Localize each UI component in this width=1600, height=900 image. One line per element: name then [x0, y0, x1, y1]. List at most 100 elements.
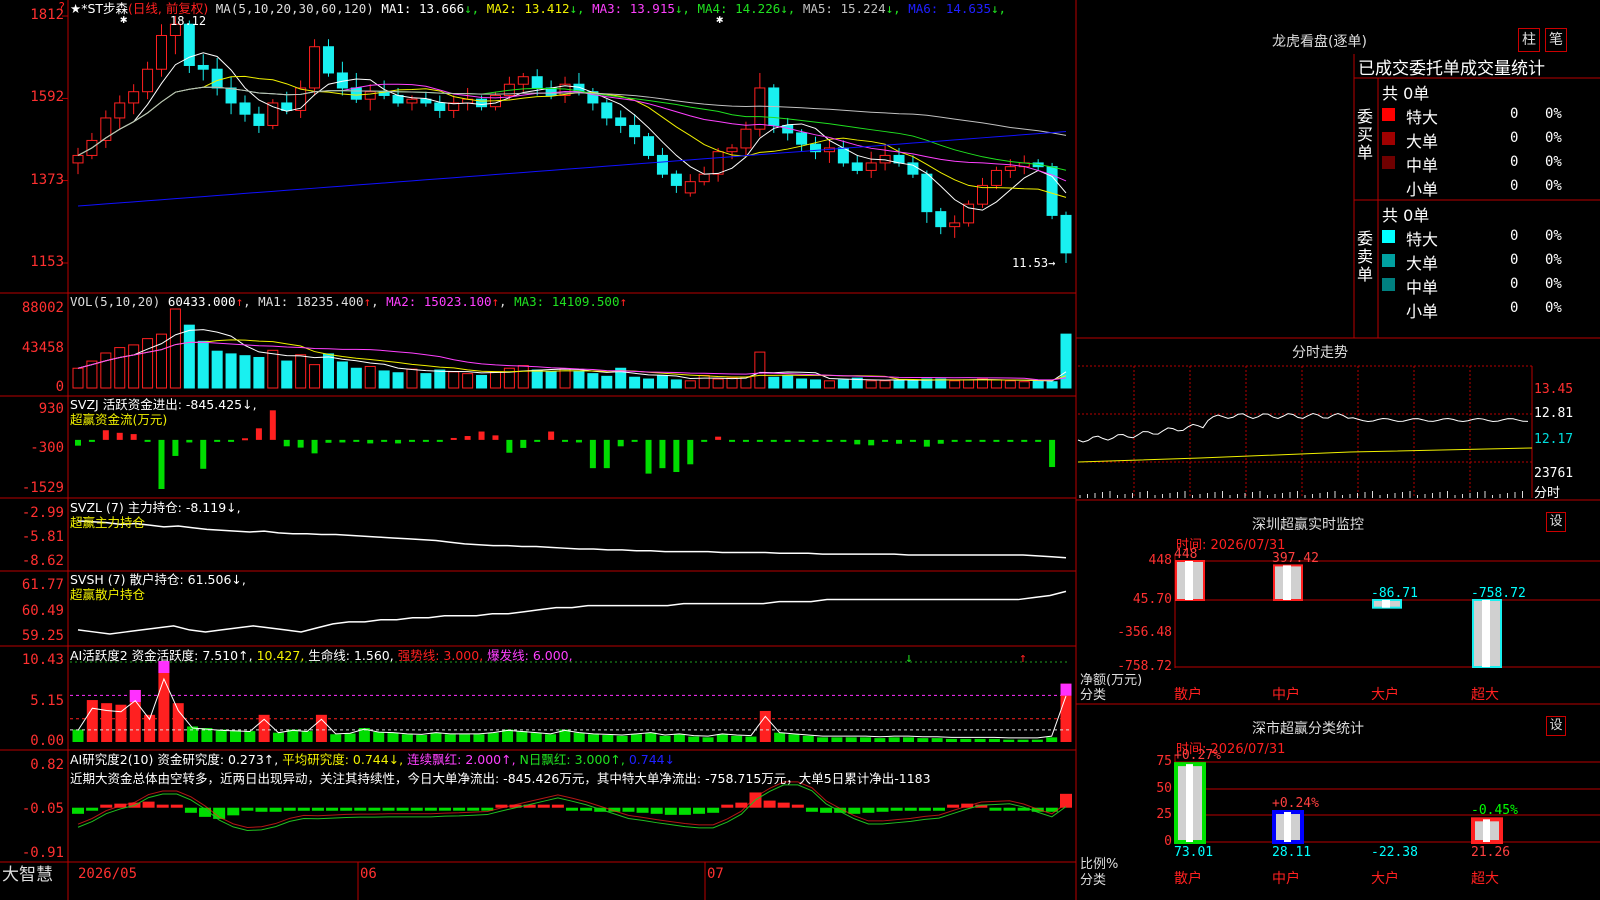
activity-bar	[1031, 739, 1043, 742]
research-bar	[791, 804, 804, 808]
money-flow-bar	[436, 439, 443, 442]
classify-settings-button[interactable]: 设	[1546, 716, 1566, 736]
money-flow-bar	[297, 439, 304, 448]
volume-bar	[364, 365, 376, 389]
volume-bar	[72, 367, 84, 389]
svzj-axis-label: -1529	[21, 480, 64, 496]
candle	[100, 117, 112, 141]
volume-bar	[573, 370, 585, 389]
research-bar	[100, 804, 113, 808]
candle	[963, 203, 975, 224]
activity-bar	[988, 738, 1000, 742]
activity-bar	[330, 734, 342, 742]
bar-view-button[interactable]: 柱	[1518, 28, 1540, 52]
buy-row-count: 0	[1510, 154, 1519, 170]
svsh-axis-label: 59.25	[21, 628, 64, 644]
volume-bar	[907, 380, 919, 389]
sell-row-count: 0	[1510, 300, 1519, 316]
sell-color-swatch	[1382, 230, 1395, 243]
money-flow-bar	[200, 439, 207, 469]
volume-chart	[72, 308, 1072, 389]
ai1-title: AI活跃度2 资金活跃度: 7.510↑,	[70, 648, 253, 663]
research-bar	[721, 804, 734, 808]
classify-category: 散户	[1174, 871, 1202, 887]
money-flow-bar	[965, 439, 972, 442]
research-bar	[311, 807, 324, 811]
research-bar	[241, 807, 254, 811]
research-bar	[707, 807, 720, 813]
volume-bar	[726, 377, 738, 389]
candle	[155, 34, 168, 70]
volume-bar	[754, 351, 766, 389]
sell-side-label: 委卖单	[1357, 229, 1374, 284]
ai2-axis-label: -0.05	[21, 801, 64, 817]
candle	[796, 132, 808, 145]
sell-row-pct: 0%	[1545, 300, 1562, 316]
ai1-value2: 10.427,	[256, 648, 305, 663]
vol-ma1-arrow: ↑	[363, 294, 372, 309]
candle	[225, 87, 237, 104]
money-flow-bar	[854, 439, 861, 445]
buy-row-count: 0	[1510, 130, 1519, 146]
classify-bar-highlight	[1483, 819, 1490, 842]
monitor-settings-button[interactable]: 设	[1546, 512, 1566, 532]
volume-bar	[448, 371, 460, 389]
money-flow-bar	[868, 439, 875, 446]
time-label: 07	[707, 866, 724, 882]
money-flow-bar	[617, 439, 624, 447]
ai-research-chart	[72, 781, 1072, 832]
activity-bar	[774, 732, 786, 742]
classify-category: 中户	[1272, 871, 1300, 887]
buy-row-count: 0	[1510, 178, 1519, 194]
classify-axis-label: 75	[1156, 754, 1172, 769]
ai2-header: AI研究度2(10) 资金研究度: 0.273↑, 平均研究度: 0.744↓,…	[70, 752, 675, 768]
money-flow-bar	[1021, 439, 1028, 442]
vol-ma3-arrow: ↑	[619, 294, 628, 309]
research-bar	[932, 807, 945, 811]
star-icon: ✱	[120, 12, 128, 26]
monitor-category: 中户	[1272, 687, 1300, 703]
research-bar	[947, 804, 960, 808]
activity-bar	[630, 734, 642, 742]
activity-bar	[387, 732, 399, 742]
tick-view-button[interactable]: 笔	[1545, 28, 1567, 52]
money-flow-bar	[687, 439, 694, 465]
research-bar	[255, 807, 268, 812]
money-flow-bar	[715, 436, 722, 440]
candle	[517, 76, 529, 85]
monitor-bar-highlight	[1185, 561, 1193, 600]
volume-bar	[350, 367, 362, 389]
research-bar	[72, 807, 84, 814]
money-flow-bar	[311, 439, 318, 454]
candle	[1060, 214, 1072, 254]
activity-bar	[1046, 737, 1058, 742]
volume-bar	[879, 380, 891, 389]
volume-bar	[963, 379, 975, 389]
monitor-axis-label: 448	[1148, 553, 1172, 568]
research-bar	[566, 807, 578, 811]
sell-row-pct: 0%	[1545, 228, 1562, 244]
money-flow-bar	[575, 439, 582, 443]
price-axis-label: 1812	[30, 7, 64, 23]
research-bar	[805, 807, 818, 812]
volume-bar	[155, 333, 168, 389]
candle	[406, 98, 418, 104]
money-flow-bar	[269, 410, 276, 440]
activity-bar	[172, 703, 184, 742]
research-bar	[269, 807, 282, 812]
intraday-title[interactable]: 分时走势	[1292, 342, 1348, 362]
svzj-subtitle: 超赢资金流(万元)	[70, 412, 168, 427]
sell-row-count: 0	[1510, 228, 1519, 244]
research-bar	[876, 807, 889, 812]
activity-bar	[573, 732, 585, 742]
intraday-price-line	[1077, 412, 1529, 443]
money-flow-bar	[408, 439, 415, 442]
vol-value: 60433.000	[167, 294, 236, 309]
money-flow-bar	[979, 439, 986, 442]
volume-bar	[782, 374, 794, 389]
money-flow-bar	[840, 439, 847, 442]
activity-bar	[960, 738, 972, 742]
monitor-category: 超大	[1471, 687, 1499, 703]
classify-bar-value: 28.11	[1272, 845, 1312, 860]
lhb-title: 龙虎看盘(逐单)	[1272, 34, 1367, 50]
